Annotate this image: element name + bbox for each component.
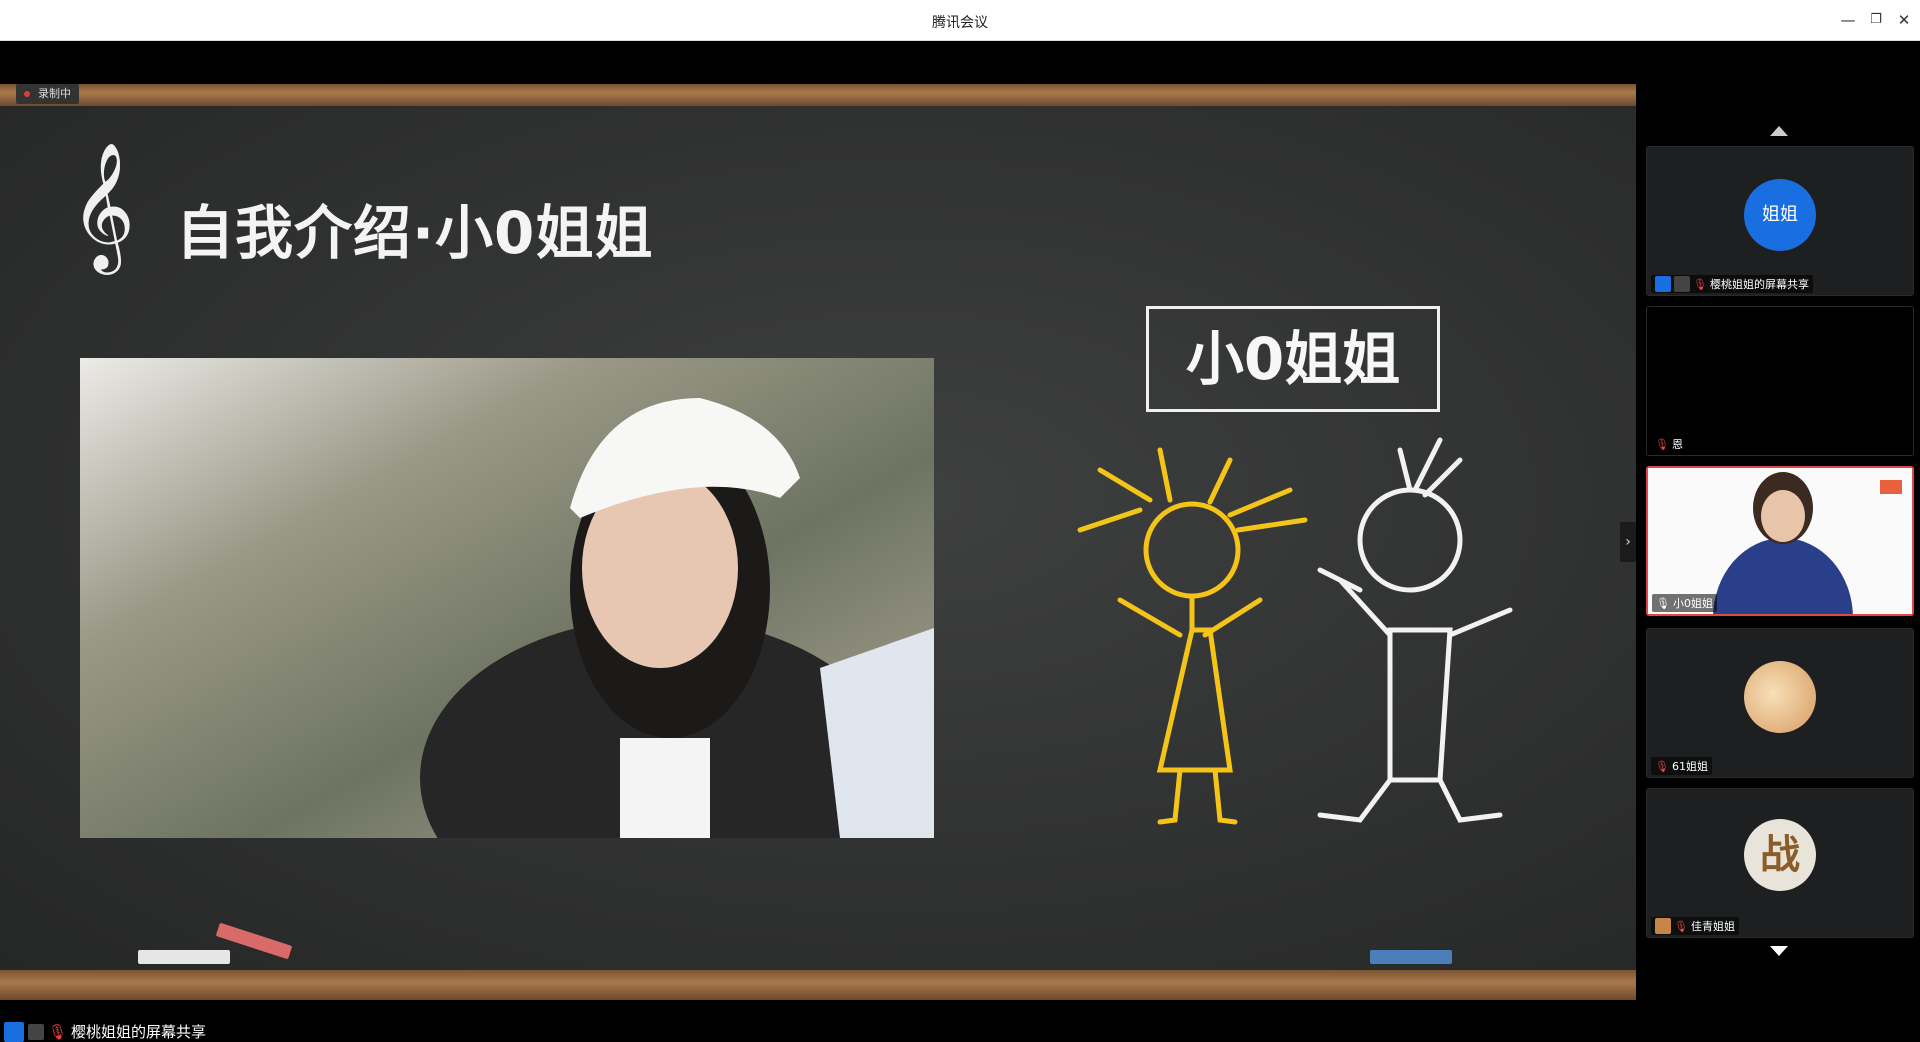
video-feed — [1648, 468, 1912, 614]
participant-name: 樱桃姐姐的屏幕共享 — [1709, 278, 1809, 291]
mic-muted-icon: 🎙 — [1655, 437, 1669, 451]
user-icon — [1655, 918, 1671, 934]
close-button[interactable]: ✕ — [1892, 8, 1916, 32]
profile-photo — [80, 358, 934, 838]
minimize-button[interactable]: — — [1836, 8, 1860, 32]
photo-illustration — [80, 358, 934, 838]
recording-indicator: 录制中 — [16, 84, 79, 104]
name-box: 小0姐姐 — [1146, 306, 1440, 412]
participant-name: 小0姐姐 — [1672, 597, 1713, 610]
participant-tile-3[interactable]: 🎙 小0姐姐 — [1646, 466, 1914, 616]
participant-name: 61姐姐 — [1671, 760, 1708, 773]
participant-caption: 🎙 佳青姐姐 — [1651, 917, 1739, 935]
window-title: 腾讯会议 — [932, 15, 988, 31]
sharing-label-text: 樱桃姐姐的屏幕共享 — [71, 1023, 207, 1041]
participant-caption: 🎙 恩 — [1651, 435, 1687, 453]
stick-figures-illustration — [1077, 437, 1513, 825]
participant-tile-5[interactable]: 战 🎙 佳青姐姐 — [1646, 788, 1914, 938]
chalk-white — [138, 950, 230, 964]
scroll-up-icon[interactable] — [1770, 126, 1788, 136]
avatar: 姐姐 — [1744, 179, 1816, 251]
expand-sidebar-button[interactable]: › — [1620, 522, 1636, 562]
mic-icon: 🎙 — [1656, 596, 1670, 610]
scroll-down-icon[interactable] — [1770, 946, 1788, 956]
recording-label: 录制中 — [38, 87, 71, 100]
mic-muted-icon: 🎙 — [1655, 759, 1669, 773]
slide-title: 自我介绍·小0姐姐 — [176, 199, 654, 267]
board-frame-top — [0, 84, 1636, 106]
participant-name: 佳青姐姐 — [1690, 920, 1735, 933]
mic-muted-icon: 🎙 — [1693, 277, 1707, 291]
participant-tile-1[interactable]: 姐姐 🎙 樱桃姐姐的屏幕共享 — [1646, 146, 1914, 296]
restore-button[interactable]: ❐ — [1864, 8, 1888, 32]
sharing-label: 🎙 樱桃姐姐的屏幕共享 — [4, 1021, 206, 1042]
user-icon — [1655, 276, 1671, 292]
avatar: 战 — [1744, 819, 1816, 891]
board-frame-bottom — [0, 970, 1636, 1000]
user-icon — [4, 1021, 24, 1042]
screen-share-icon — [1674, 276, 1690, 292]
participant-caption: 🎙 樱桃姐姐的屏幕共享 — [1651, 275, 1813, 293]
window-titlebar: 腾讯会议 — ❐ ✕ — [0, 0, 1920, 41]
screen-share-icon — [28, 1023, 44, 1040]
bottom-status-bar: 🎙 樱桃姐姐的屏幕共享 — [0, 1001, 1920, 1042]
participant-tile-2[interactable]: 🎙 恩 — [1646, 306, 1914, 456]
chalk-blue — [1370, 950, 1452, 964]
participant-tile-4[interactable]: 🎙 61姐姐 — [1646, 628, 1914, 778]
participant-caption: 🎙 小0姐姐 — [1652, 594, 1717, 612]
mic-muted-icon: 🎙 — [1674, 919, 1688, 933]
avatar — [1744, 661, 1816, 733]
participant-name: 恩 — [1671, 438, 1683, 451]
mic-muted-icon: 🎙 — [48, 1022, 68, 1041]
recording-dot-icon — [24, 91, 30, 97]
participant-caption: 🎙 61姐姐 — [1651, 757, 1712, 775]
treble-clef-icon: 𝄞 — [70, 141, 136, 269]
